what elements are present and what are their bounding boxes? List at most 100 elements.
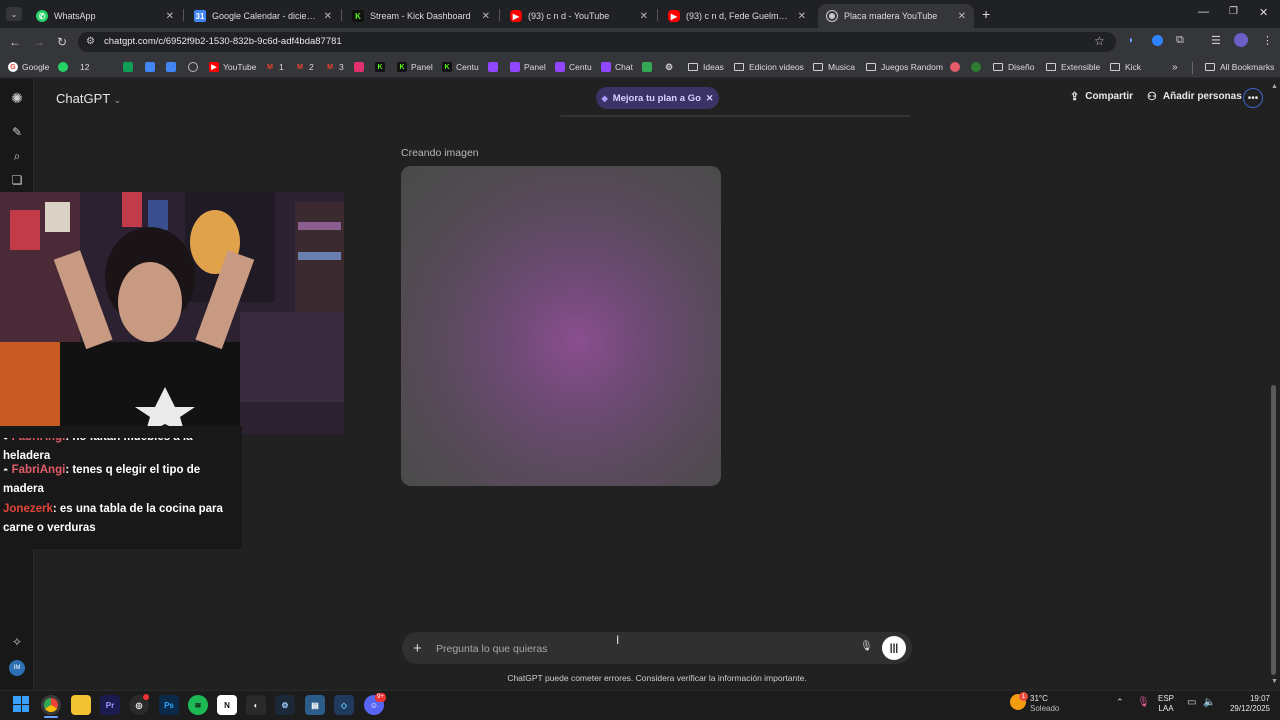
puzzle-icon[interactable]: ⧉ bbox=[1176, 34, 1184, 47]
prompt-input[interactable] bbox=[436, 642, 836, 656]
bookmark-folder-edicion[interactable]: Edicion videos bbox=[734, 60, 804, 74]
tab-google-calendar[interactable]: 31 Google Calendar - diciembre de ✕ bbox=[186, 4, 340, 28]
tab-whatsapp[interactable]: ✆ WhatsApp ✕ bbox=[28, 4, 182, 28]
close-icon[interactable]: ✕ bbox=[166, 11, 174, 22]
bookmark-folder-musica[interactable]: Musica bbox=[813, 60, 855, 74]
bookmark-folder-kick[interactable]: Kick bbox=[1110, 60, 1141, 74]
close-icon[interactable]: ✕ bbox=[324, 11, 332, 22]
forward-arrow-icon[interactable]: → bbox=[30, 33, 48, 51]
bookmark-gmail-3[interactable]: M3 bbox=[325, 60, 344, 74]
extension-icon[interactable]: ◗ bbox=[1128, 35, 1134, 46]
all-bookmarks-folder[interactable]: All Bookmarks bbox=[1205, 60, 1274, 74]
sparkle-icon[interactable]: ✧ bbox=[8, 633, 26, 651]
browser-menu-icon[interactable]: ⋮ bbox=[1262, 34, 1273, 47]
spotify-icon[interactable]: ≋ bbox=[188, 695, 208, 715]
bookmark-app[interactable] bbox=[642, 60, 656, 74]
share-button[interactable]: ⇪ Compartir bbox=[1070, 90, 1133, 103]
bookmark-google[interactable]: G Google bbox=[8, 60, 49, 74]
kick-icon: K bbox=[397, 62, 407, 72]
minimize-button[interactable]: — bbox=[1198, 6, 1209, 18]
close-window-button[interactable]: ✕ bbox=[1259, 6, 1268, 19]
voice-mode-button[interactable]: ||| bbox=[882, 636, 906, 660]
steam-icon[interactable]: ⚙ bbox=[275, 695, 295, 715]
tab-chatgpt-active[interactable]: ✺ Placa madera YouTube ✕ bbox=[818, 4, 974, 28]
bookmark-whatsapp[interactable] bbox=[58, 60, 72, 74]
profile-avatar[interactable] bbox=[1234, 33, 1248, 47]
bookmark-instagram[interactable] bbox=[354, 60, 368, 74]
extension-icon[interactable] bbox=[1152, 35, 1163, 46]
upgrade-plan-pill[interactable]: ◆ Mejora tu plan a Go ✕ bbox=[596, 87, 719, 109]
chevron-right-icon[interactable]: » bbox=[1172, 60, 1178, 74]
bookmark-twitch-chat[interactable]: Chat bbox=[601, 60, 633, 74]
bookmark-calendar[interactable] bbox=[166, 60, 180, 74]
app-taskbar-icon[interactable]: ◇ bbox=[334, 695, 354, 715]
openai-logo-icon[interactable]: ✺ bbox=[8, 89, 26, 107]
bookmark-kick[interactable]: K bbox=[375, 60, 389, 74]
bookmark-gear[interactable]: ⚙ bbox=[664, 60, 678, 74]
microphone-icon[interactable]: 🎙 bbox=[860, 641, 874, 655]
bookmark-gmail-2[interactable]: M2 bbox=[295, 60, 314, 74]
close-icon[interactable]: ✕ bbox=[798, 11, 806, 22]
bookmark-twitch[interactable] bbox=[488, 60, 502, 74]
add-people-button[interactable]: ⚇ Añadir personas bbox=[1147, 90, 1242, 103]
chrome-taskbar-icon[interactable] bbox=[41, 695, 61, 715]
capcut-icon[interactable]: ◐ bbox=[246, 695, 266, 715]
webcam-person-illustration bbox=[0, 192, 344, 434]
tab-youtube-1[interactable]: ▶ (93) c n d - YouTube ✕ bbox=[502, 4, 656, 28]
bookmark-kick-centu[interactable]: K Centu bbox=[442, 60, 479, 74]
close-icon[interactable]: ✕ bbox=[706, 93, 714, 104]
bookmark-chatgpt[interactable] bbox=[188, 60, 202, 74]
bookmark-folder-ideas[interactable]: Ideas bbox=[688, 60, 724, 74]
library-icon[interactable]: ❏ bbox=[8, 171, 26, 189]
close-icon[interactable]: ✕ bbox=[482, 11, 490, 22]
microphone-icon[interactable]: 🎙 bbox=[1137, 697, 1150, 708]
site-info-icon[interactable]: ⚙ bbox=[86, 36, 95, 47]
bookmark-app-green[interactable] bbox=[971, 60, 985, 74]
clock[interactable]: 19:07 29/12/2025 bbox=[1226, 694, 1270, 714]
volume-icon[interactable]: 🔈 bbox=[1203, 697, 1215, 708]
bookmark-app-red[interactable] bbox=[950, 60, 964, 74]
tab-youtube-2[interactable]: ▶ (93) c n d, Fede Guelmos - Que ✕ bbox=[660, 4, 814, 28]
new-chat-icon[interactable]: ✎ bbox=[8, 123, 26, 141]
close-icon[interactable]: ✕ bbox=[640, 11, 648, 22]
bookmark-youtube[interactable]: ▶ YouTube bbox=[209, 60, 256, 74]
bookmark-star-icon[interactable]: ☆ bbox=[1094, 34, 1105, 48]
scroll-down-icon[interactable]: ▼ bbox=[1271, 678, 1278, 685]
reading-list-icon[interactable]: ☰ bbox=[1211, 34, 1221, 47]
close-icon[interactable]: ✕ bbox=[958, 11, 966, 22]
bookmark-docs[interactable] bbox=[145, 60, 159, 74]
notepad-icon[interactable]: ▤ bbox=[305, 695, 325, 715]
bookmark-12[interactable]: 12 bbox=[80, 60, 89, 74]
url-text[interactable]: chatgpt.com/c/6952f9b2-1530-832b-9c6d-ad… bbox=[104, 36, 342, 47]
new-tab-button[interactable]: + bbox=[982, 6, 990, 22]
scrollbar[interactable] bbox=[1271, 385, 1276, 675]
bookmark-folder-extensible[interactable]: Extensible bbox=[1046, 60, 1100, 74]
user-avatar[interactable]: IM bbox=[9, 660, 25, 676]
bookmark-sheets[interactable] bbox=[123, 60, 137, 74]
back-arrow-icon[interactable]: ← bbox=[6, 33, 24, 51]
bookmark-kick-panel[interactable]: K Panel bbox=[397, 60, 433, 74]
bookmark-gmail-1[interactable]: M1 bbox=[265, 60, 284, 74]
premiere-icon[interactable]: Pr bbox=[100, 695, 120, 715]
tab-kick-dashboard[interactable]: K Stream - Kick Dashboard ✕ bbox=[344, 4, 498, 28]
tab-search-icon[interactable]: ⌄ bbox=[6, 7, 22, 21]
file-explorer-icon[interactable] bbox=[71, 695, 91, 715]
photoshop-icon[interactable]: Ps bbox=[159, 695, 179, 715]
search-icon[interactable]: ⌕ bbox=[8, 147, 26, 165]
bookmark-folder-diseno[interactable]: Diseño bbox=[993, 60, 1034, 74]
weather-widget[interactable]: 31°C Soleado bbox=[1030, 694, 1059, 714]
bookmark-twitch-centu[interactable]: Centu bbox=[555, 60, 592, 74]
bookmark-folder-juegos[interactable]: Juegos Random bbox=[866, 60, 943, 74]
bookmark-twitch-panel[interactable]: Panel bbox=[510, 60, 546, 74]
reload-icon[interactable]: ↻ bbox=[53, 33, 71, 51]
scroll-up-icon[interactable]: ▲ bbox=[1271, 83, 1278, 90]
model-selector[interactable]: ChatGPT ⌄ bbox=[56, 91, 121, 106]
notion-icon[interactable]: N bbox=[217, 695, 237, 715]
attach-plus-icon[interactable]: + bbox=[413, 640, 422, 657]
network-icon[interactable]: ▭ bbox=[1187, 697, 1196, 708]
chevron-up-icon[interactable]: ⌃ bbox=[1116, 697, 1124, 708]
more-options-button[interactable]: ••• bbox=[1243, 88, 1263, 108]
language-indicator[interactable]: ESP LAA bbox=[1158, 694, 1174, 714]
windows-start-icon[interactable] bbox=[13, 696, 29, 712]
restore-button[interactable]: ❐ bbox=[1229, 6, 1238, 17]
